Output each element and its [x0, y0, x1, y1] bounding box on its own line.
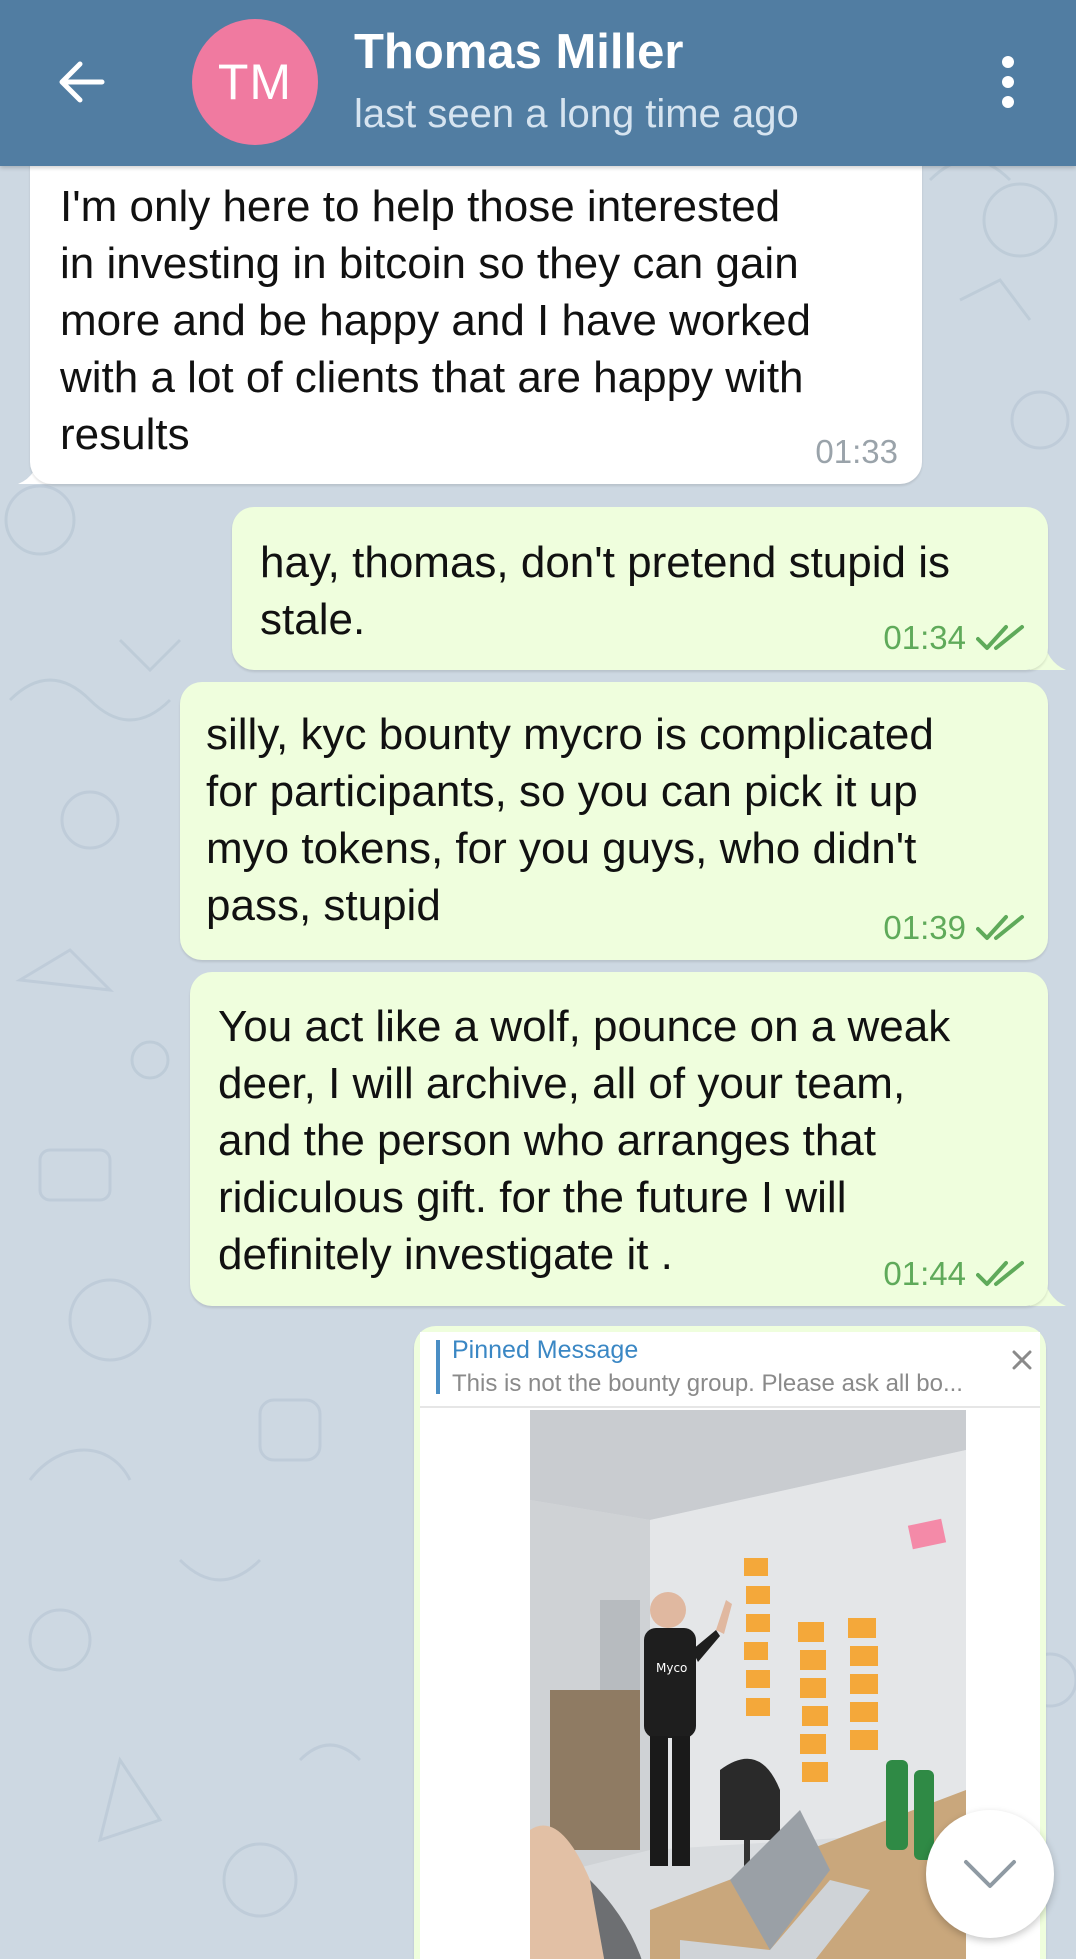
message-bubble-incoming[interactable]: I'm only here to help those interested i… [30, 160, 922, 484]
contact-name[interactable]: Thomas Miller [354, 24, 683, 80]
more-menu-button[interactable] [980, 46, 1036, 118]
photo-shirt-print: Myco [656, 1661, 687, 1675]
pinned-message-text: This is not the bounty group. Please ask… [452, 1370, 963, 1397]
arrow-left-icon [59, 61, 105, 103]
double-check-icon [976, 1261, 1024, 1286]
message-time: 01:33 [815, 433, 898, 470]
more-vertical-icon [1002, 56, 1014, 108]
message-text: I'm only here to help those interested i… [60, 182, 811, 459]
message-time: 01:44 [883, 1255, 966, 1292]
last-seen-status: last seen a long time ago [354, 92, 799, 136]
message-meta: 01:34 [883, 620, 1026, 656]
message-bubble-outgoing[interactable]: hay, thomas, don't pretend stupid is sta… [232, 507, 1048, 670]
pinned-accent-bar [436, 1340, 440, 1394]
back-button[interactable] [46, 46, 118, 118]
office-photo: Myco [530, 1410, 966, 1959]
message-bubble-outgoing[interactable]: silly, kyc bounty mycro is complicated f… [180, 682, 1048, 960]
chat-header: TM Thomas Miller last seen a long time a… [0, 0, 1076, 166]
message-text: hay, thomas, don't pretend stupid is sta… [260, 538, 950, 644]
scroll-down-button[interactable] [926, 1810, 1054, 1938]
avatar[interactable]: TM [192, 19, 318, 145]
message-text: You act like a wolf, pounce on a weak de… [218, 1002, 951, 1279]
close-icon [1012, 1350, 1032, 1370]
message-meta: 01:44 [883, 1256, 1026, 1292]
message-meta: 01:33 [815, 434, 898, 470]
double-check-icon [976, 625, 1024, 650]
chevron-down-icon [964, 1860, 1016, 1888]
message-text: silly, kyc bounty mycro is complicated f… [206, 710, 934, 930]
message-bubble-outgoing[interactable]: You act like a wolf, pounce on a weak de… [190, 972, 1048, 1306]
pinned-divider [420, 1406, 1040, 1408]
message-time: 01:39 [883, 909, 966, 946]
message-meta: 01:39 [883, 910, 1026, 946]
pinned-message-title: Pinned Message [452, 1336, 639, 1364]
message-time: 01:34 [883, 619, 966, 656]
double-check-icon [976, 915, 1024, 940]
